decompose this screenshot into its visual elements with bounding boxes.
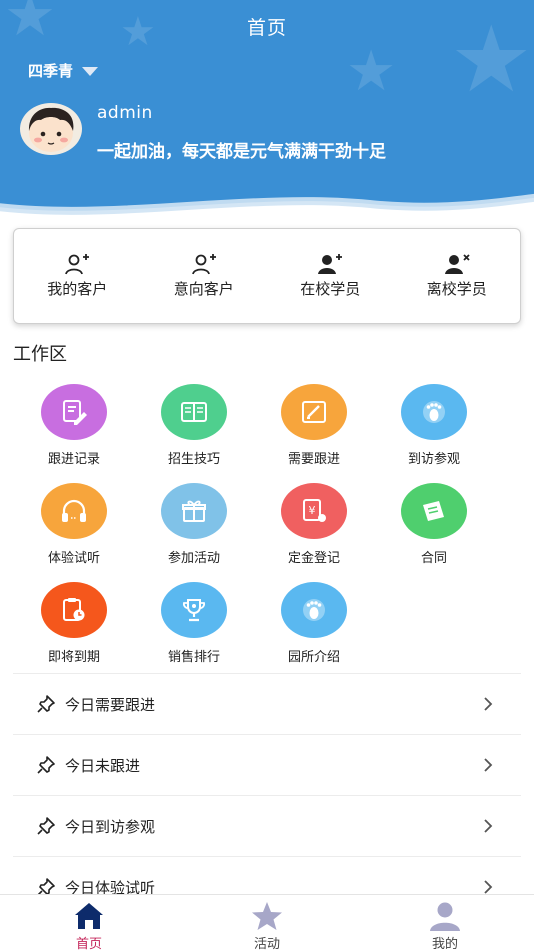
chevron-right-icon bbox=[484, 819, 493, 833]
headphones-icon bbox=[62, 499, 86, 522]
edit-box-icon bbox=[302, 401, 326, 423]
payment-icon: ¥ bbox=[303, 499, 326, 522]
tab-label: 活动 bbox=[253, 937, 280, 950]
person-add-outline-icon bbox=[191, 254, 216, 275]
quick-action-label: 离校学员 bbox=[426, 280, 487, 298]
trophy-icon bbox=[183, 599, 205, 622]
work-item-icon-bg bbox=[281, 582, 347, 638]
person-add-outline-icon bbox=[65, 254, 90, 275]
work-item-label: 体验试听 bbox=[47, 551, 100, 566]
chevron-right-icon bbox=[484, 697, 493, 711]
username: admin bbox=[97, 103, 153, 123]
caret-down-icon bbox=[82, 67, 99, 76]
quick-my-customers[interactable]: 我的客户 bbox=[14, 229, 141, 323]
page-title: 首页 bbox=[246, 17, 287, 39]
tab-activity[interactable]: 活动 bbox=[227, 901, 307, 950]
home-icon bbox=[75, 903, 103, 929]
quick-departed-students[interactable]: 离校学员 bbox=[394, 229, 521, 323]
quick-enrolled-students[interactable]: 在校学员 bbox=[267, 229, 394, 323]
contract-icon bbox=[423, 501, 444, 521]
work-item-label: 到访参观 bbox=[407, 452, 460, 467]
tab-label: 首页 bbox=[75, 937, 102, 950]
user-icon bbox=[430, 902, 460, 931]
footprint-icon bbox=[303, 599, 325, 621]
list-item-label: 今日未跟进 bbox=[65, 756, 141, 775]
work-item-join-activity[interactable]: 参加活动 bbox=[134, 483, 254, 566]
work-item-icon-bg bbox=[41, 582, 107, 638]
work-item-icon-bg bbox=[41, 483, 107, 539]
work-item-icon-bg: ¥ bbox=[281, 483, 347, 539]
work-item-label: 园所介绍 bbox=[287, 650, 340, 665]
quick-action-label: 在校学员 bbox=[300, 280, 361, 298]
work-item-icon-bg bbox=[401, 483, 467, 539]
school-selector[interactable]: 四季青 bbox=[28, 60, 99, 81]
list-item-label: 今日到访参观 bbox=[65, 817, 156, 836]
work-item-label: 合同 bbox=[420, 551, 447, 566]
document-edit-icon bbox=[63, 400, 87, 425]
school-name: 四季青 bbox=[28, 62, 74, 80]
bottom-tab-bar: 首页 活动 我的 bbox=[0, 894, 534, 950]
pin-icon bbox=[37, 756, 55, 774]
work-item-label: 跟进记录 bbox=[47, 452, 100, 467]
tab-label: 我的 bbox=[431, 937, 458, 950]
gift-icon bbox=[182, 500, 206, 522]
list-item-today-need-follow[interactable]: 今日需要跟进 bbox=[13, 673, 521, 734]
work-item-visits[interactable]: 到访参观 bbox=[374, 384, 494, 467]
work-item-deposit[interactable]: ¥ 定金登记 bbox=[254, 483, 374, 566]
person-remove-filled-icon bbox=[444, 254, 470, 274]
work-item-need-follow[interactable]: 需要跟进 bbox=[254, 384, 374, 467]
work-item-expiring[interactable]: 即将到期 bbox=[14, 582, 134, 665]
work-item-trial-class[interactable]: 体验试听 bbox=[14, 483, 134, 566]
work-item-label: 参加活动 bbox=[167, 551, 220, 566]
list-item-today-visits[interactable]: 今日到访参观 bbox=[13, 795, 521, 856]
tab-mine[interactable]: 我的 bbox=[405, 901, 485, 950]
work-item-icon-bg bbox=[161, 582, 227, 638]
work-area-title: 工作区 bbox=[13, 344, 67, 365]
svg-text:¥: ¥ bbox=[309, 504, 316, 517]
person-add-filled-icon bbox=[318, 254, 343, 274]
work-item-icon-bg bbox=[281, 384, 347, 440]
work-item-label: 销售排行 bbox=[167, 650, 220, 665]
work-item-label: 需要跟进 bbox=[287, 452, 340, 467]
pin-icon bbox=[37, 817, 55, 835]
work-item-icon-bg bbox=[41, 384, 107, 440]
book-icon bbox=[181, 402, 207, 422]
chevron-right-icon bbox=[484, 758, 493, 772]
quick-action-label: 我的客户 bbox=[47, 280, 108, 298]
list-item-today-not-followed[interactable]: 今日未跟进 bbox=[13, 734, 521, 795]
clipboard-clock-icon bbox=[63, 598, 85, 621]
header: ★ ★ ★ ★ 首页 四季青 admin 一起加油，每天都是元气满满干劲十足 bbox=[0, 0, 534, 222]
header-wave bbox=[0, 193, 534, 222]
work-item-icon-bg bbox=[401, 384, 467, 440]
work-item-label: 定金登记 bbox=[287, 551, 340, 566]
user-motto: 一起加油，每天都是元气满满干劲十足 bbox=[97, 142, 386, 162]
today-list: 今日需要跟进 今日未跟进 今日到访参观 今日体验试听 bbox=[13, 673, 521, 917]
star-icon bbox=[252, 902, 282, 930]
pin-icon bbox=[37, 695, 55, 713]
work-item-follow-records[interactable]: 跟进记录 bbox=[14, 384, 134, 467]
star-decoration-icon: ★ bbox=[346, 39, 397, 104]
work-item-icon-bg bbox=[161, 483, 227, 539]
chevron-right-icon bbox=[484, 880, 493, 894]
work-item-label: 招生技巧 bbox=[167, 452, 220, 467]
list-item-label: 今日需要跟进 bbox=[65, 695, 156, 714]
work-item-label: 即将到期 bbox=[47, 650, 100, 665]
quick-action-label: 意向客户 bbox=[173, 280, 234, 298]
avatar[interactable] bbox=[20, 103, 82, 155]
tab-home[interactable]: 首页 bbox=[49, 901, 129, 950]
quick-actions-card: 我的客户 意向客户 在校学员 离校学员 bbox=[13, 228, 521, 324]
footprint-icon bbox=[423, 401, 445, 423]
work-item-icon-bg bbox=[161, 384, 227, 440]
work-item-school-intro[interactable]: 园所介绍 bbox=[254, 582, 374, 665]
quick-intent-customers[interactable]: 意向客户 bbox=[141, 229, 268, 323]
work-item-enroll-tips[interactable]: 招生技巧 bbox=[134, 384, 254, 467]
work-item-contract[interactable]: 合同 bbox=[374, 483, 494, 566]
work-item-sales-ranking[interactable]: 销售排行 bbox=[134, 582, 254, 665]
